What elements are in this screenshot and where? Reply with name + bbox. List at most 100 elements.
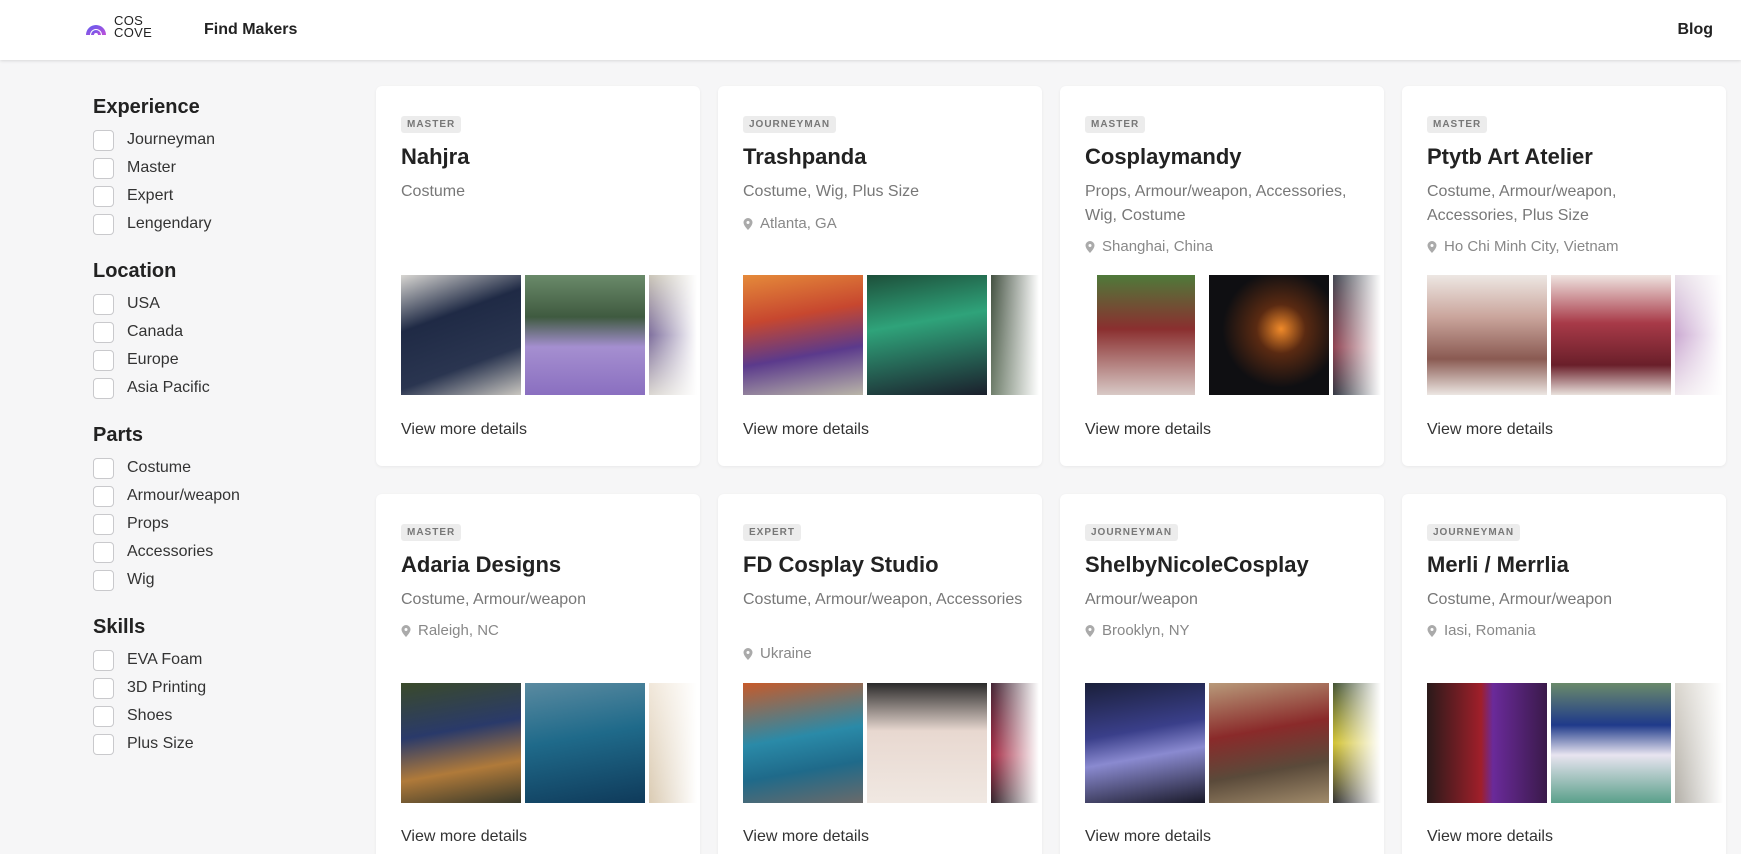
filter-option-costume[interactable]: Costume	[93, 454, 323, 482]
maker-name[interactable]: Ptytb Art Atelier	[1427, 144, 1593, 170]
photo-gallery[interactable]	[1427, 275, 1723, 395]
maker-card[interactable]: MASTER Ptytb Art Atelier Costume, Armour…	[1402, 86, 1726, 466]
experience-badge: MASTER	[1085, 116, 1146, 133]
filter-option-europe[interactable]: Europe	[93, 346, 323, 374]
filter-option-journeyman[interactable]: Journeyman	[93, 126, 323, 154]
checkbox[interactable]	[93, 569, 114, 591]
maker-card[interactable]: JOURNEYMAN ShelbyNicoleCosplay Armour/we…	[1060, 494, 1384, 854]
view-details-link[interactable]: View more details	[743, 421, 869, 439]
gallery-photo[interactable]	[1551, 683, 1671, 803]
checkbox[interactable]	[93, 457, 114, 479]
checkbox[interactable]	[93, 129, 114, 151]
maker-name[interactable]: Adaria Designs	[401, 552, 561, 578]
gallery-photo[interactable]	[867, 683, 987, 803]
experience-badge: JOURNEYMAN	[743, 116, 837, 133]
checkbox[interactable]	[93, 293, 114, 315]
gallery-photo[interactable]	[525, 275, 645, 395]
filter-option-armour-weapon[interactable]: Armour/weapon	[93, 482, 323, 510]
checkbox[interactable]	[93, 377, 114, 399]
option-label: Costume	[127, 459, 192, 476]
filter-option-accessories[interactable]: Accessories	[93, 538, 323, 566]
checkbox[interactable]	[93, 321, 114, 343]
experience-badge: EXPERT	[743, 524, 802, 541]
view-details-link[interactable]: View more details	[1085, 828, 1211, 846]
maker-name[interactable]: Cosplaymandy	[1085, 144, 1242, 170]
gallery-photo[interactable]	[1551, 275, 1671, 395]
maker-card[interactable]: MASTER Adaria Designs Costume, Armour/we…	[376, 494, 700, 854]
checkbox[interactable]	[93, 157, 114, 179]
checkbox[interactable]	[93, 485, 114, 507]
filter-option-3d-printing[interactable]: 3D Printing	[93, 674, 323, 702]
view-details-link[interactable]: View more details	[1085, 421, 1211, 439]
checkbox[interactable]	[93, 185, 114, 207]
maker-location: Ukraine	[743, 645, 812, 662]
gallery-photo[interactable]	[867, 275, 987, 395]
maker-card[interactable]: MASTER Cosplaymandy Props, Armour/weapon…	[1060, 86, 1384, 466]
location-text: Raleigh, NC	[418, 622, 499, 639]
gallery-photo[interactable]	[525, 683, 645, 803]
checkbox[interactable]	[93, 649, 114, 671]
maker-name[interactable]: Merli / Merrlia	[1427, 552, 1569, 578]
maker-location: Atlanta, GA	[743, 215, 837, 232]
experience-badge: JOURNEYMAN	[1085, 524, 1179, 541]
gallery-photo[interactable]	[1097, 275, 1195, 395]
checkbox[interactable]	[93, 733, 114, 755]
cos-cove-logo[interactable]: COS COVE	[84, 14, 152, 39]
maker-name[interactable]: Trashpanda	[743, 144, 866, 170]
nav-find-makers-link[interactable]: Find Makers	[204, 21, 297, 39]
gallery-photo[interactable]	[401, 275, 521, 395]
filter-option-shoes[interactable]: Shoes	[93, 702, 323, 730]
checkbox[interactable]	[93, 213, 114, 235]
gallery-photo[interactable]	[1085, 683, 1205, 803]
view-details-link[interactable]: View more details	[1427, 421, 1553, 439]
photo-gallery[interactable]	[401, 275, 697, 395]
checkbox[interactable]	[93, 513, 114, 535]
filter-option-props[interactable]: Props	[93, 510, 323, 538]
maker-name[interactable]: ShelbyNicoleCosplay	[1085, 552, 1309, 578]
filter-option-canada[interactable]: Canada	[93, 318, 323, 346]
gallery-photo[interactable]	[743, 683, 863, 803]
gallery-photo[interactable]	[401, 683, 521, 803]
maker-card[interactable]: JOURNEYMAN Merli / Merrlia Costume, Armo…	[1402, 494, 1726, 854]
view-details-link[interactable]: View more details	[401, 828, 527, 846]
filter-option-expert[interactable]: Expert	[93, 182, 323, 210]
filter-option-eva-foam[interactable]: EVA Foam	[93, 646, 323, 674]
maker-location: Brooklyn, NY	[1085, 622, 1190, 639]
checkbox[interactable]	[93, 349, 114, 371]
filter-option-legendary[interactable]: Lengendary	[93, 210, 323, 238]
photo-gallery[interactable]	[1085, 275, 1381, 395]
gallery-photo[interactable]	[1427, 683, 1547, 803]
view-details-link[interactable]: View more details	[1427, 828, 1553, 846]
checkbox[interactable]	[93, 677, 114, 699]
option-label: Lengendary	[127, 215, 212, 232]
option-label: Europe	[127, 351, 179, 368]
view-details-link[interactable]: View more details	[401, 421, 527, 439]
maker-card[interactable]: JOURNEYMAN Trashpanda Costume, Wig, Plus…	[718, 86, 1042, 466]
filter-option-asia-pacific[interactable]: Asia Pacific	[93, 374, 323, 402]
maker-name[interactable]: FD Cosplay Studio	[743, 552, 939, 578]
nav-blog-link[interactable]: Blog	[1677, 21, 1713, 39]
filter-option-plus-size[interactable]: Plus Size	[93, 730, 323, 758]
filter-option-usa[interactable]: USA	[93, 290, 323, 318]
gallery-photo[interactable]	[1209, 683, 1329, 803]
maker-name[interactable]: Nahjra	[401, 144, 469, 170]
maker-location: Raleigh, NC	[401, 622, 499, 639]
gallery-fade	[989, 275, 1039, 395]
checkbox[interactable]	[93, 705, 114, 727]
gallery-photo[interactable]	[1209, 275, 1329, 395]
photo-gallery[interactable]	[1085, 683, 1381, 803]
filter-option-master[interactable]: Master	[93, 154, 323, 182]
gallery-photo[interactable]	[1427, 275, 1547, 395]
option-label: Armour/weapon	[127, 487, 240, 504]
photo-gallery[interactable]	[401, 683, 697, 803]
view-details-link[interactable]: View more details	[743, 828, 869, 846]
checkbox[interactable]	[93, 541, 114, 563]
filter-title: Parts	[93, 424, 144, 446]
gallery-photo[interactable]	[743, 275, 863, 395]
photo-gallery[interactable]	[743, 683, 1039, 803]
maker-card[interactable]: EXPERT FD Cosplay Studio Costume, Armour…	[718, 494, 1042, 854]
filter-option-wig[interactable]: Wig	[93, 566, 323, 594]
photo-gallery[interactable]	[743, 275, 1039, 395]
photo-gallery[interactable]	[1427, 683, 1723, 803]
maker-card[interactable]: MASTER Nahjra Costume View more details	[376, 86, 700, 466]
